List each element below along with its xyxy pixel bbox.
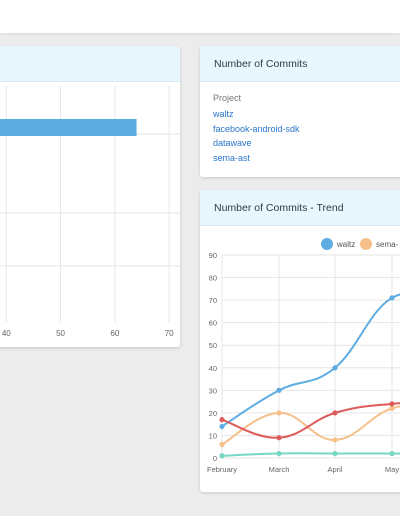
series-line <box>221 452 400 457</box>
bar-chart: 40 50 60 70 <box>0 86 180 338</box>
x-tick-label: February <box>207 465 237 474</box>
x-tick-label: March <box>269 465 290 474</box>
y-tick-label: 30 <box>209 386 217 395</box>
y-tick-label: 90 <box>209 251 217 260</box>
commits-card-title: Number of Commits <box>200 46 400 82</box>
bar-chart-card: 40 50 60 70 <box>0 46 180 347</box>
x-tick-label: May <box>385 465 399 474</box>
y-tick-label: 50 <box>209 341 217 350</box>
data-point <box>219 417 225 423</box>
x-tick-label: 70 <box>165 329 174 338</box>
project-link-datawave[interactable]: datawave <box>213 136 300 151</box>
data-point <box>332 450 338 457</box>
y-tick-label: 70 <box>209 296 217 305</box>
bar <box>0 119 137 136</box>
legend-swatch <box>360 238 372 250</box>
data-point <box>389 450 395 457</box>
y-tick-label: 60 <box>209 319 217 328</box>
bar-chart-card-header <box>0 46 180 82</box>
y-tick-label: 40 <box>209 364 217 373</box>
project-link-waltz[interactable]: waltz <box>213 107 300 122</box>
trend-card-title: Number of Commits - Trend <box>200 190 400 226</box>
trend-card: Number of Commits - Trend waltz sema- 0 10 2… <box>200 190 400 492</box>
data-point <box>219 441 225 448</box>
y-tick-label: 80 <box>209 274 217 283</box>
project-link-sema-ast[interactable]: sema-ast <box>213 151 300 166</box>
x-tick-label: April <box>327 465 342 474</box>
project-label: Project <box>213 93 242 103</box>
x-tick-label: 60 <box>110 329 119 338</box>
y-tick-label: 10 <box>209 431 217 440</box>
data-point <box>276 435 282 441</box>
data-point <box>276 410 282 416</box>
x-tick-label: 40 <box>2 329 11 338</box>
data-point <box>332 437 338 443</box>
data-point <box>332 365 338 371</box>
data-point <box>389 405 395 411</box>
x-tick-label: 50 <box>56 329 65 338</box>
data-point <box>219 453 225 459</box>
data-point <box>276 450 282 457</box>
trend-chart: waltz sema- 0 10 20 30 40 50 60 70 80 90 February Mar… <box>207 238 400 474</box>
top-bar <box>0 0 400 33</box>
y-tick-label: 20 <box>209 409 217 418</box>
y-tick-label: 0 <box>213 454 217 463</box>
commits-card: Number of Commits Project waltz facebook… <box>200 46 400 177</box>
data-point <box>389 295 395 301</box>
data-point <box>219 423 225 430</box>
legend-label: sema- <box>376 240 399 249</box>
data-point <box>276 387 282 393</box>
project-link-facebook-android-sdk[interactable]: facebook-android-sdk <box>213 122 300 137</box>
project-list: waltz facebook-android-sdk datawave sema… <box>213 107 300 165</box>
data-point <box>332 410 338 416</box>
data-point <box>389 401 395 407</box>
legend-swatch <box>321 238 333 250</box>
legend-label: waltz <box>336 240 355 249</box>
